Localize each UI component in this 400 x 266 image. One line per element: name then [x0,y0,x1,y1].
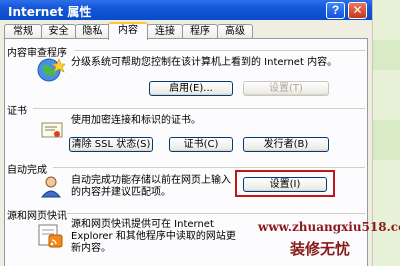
certificate-icon [41,122,63,138]
tab-connections[interactable]: 连接 [147,24,183,39]
highlight-box [235,170,335,197]
background-block [373,120,400,160]
background-block [373,40,400,70]
content-advisor-description: 分级系统可帮助您控制在该计算机上看到的 Internet 内容。 [71,57,338,68]
watermark-url: www.zhuangxiu518.com [258,220,400,234]
enable-button[interactable]: 启用(E)... [149,81,233,96]
window-title-bar: Internet 属性 [0,0,372,20]
autocomplete-title: 自动完成 [7,165,47,176]
autocomplete-description: 自动完成功能存储以前在网页上输入的内容并建议匹配项。 [71,175,231,198]
feeds-description: 源和网页快讯提供可在 Internet Explorer 和其他程序中读取的网站… [71,219,236,254]
globe-rating-icon [37,58,65,82]
watermark-name: 装修无忧 [290,240,351,258]
divider [75,50,365,51]
tab-security[interactable]: 安全 [41,24,76,39]
help-button[interactable]: ? [326,2,345,19]
divider [53,167,365,168]
clear-ssl-state-button[interactable]: 清除 SSL 状态(S) [69,137,153,152]
tab-programs[interactable]: 程序 [182,24,218,39]
close-button[interactable]: ✕ [348,2,367,19]
tab-general[interactable]: 常规 [4,24,42,39]
window-title: Internet 属性 [8,5,92,19]
tab-advanced[interactable]: 高级 [217,24,253,39]
content-advisor-settings-button[interactable]: 设置(T) [243,81,329,96]
tab-content[interactable]: 内容 [108,22,148,40]
feeds-title: 源和网页快讯 [7,211,67,222]
tab-privacy[interactable]: 隐私 [75,24,110,39]
autocomplete-user-icon [40,176,62,198]
divider [67,213,365,214]
feeds-icon [38,224,63,248]
certificates-button[interactable]: 证书(C) [169,137,233,152]
certificates-title: 证书 [7,106,27,117]
publishers-button[interactable]: 发行者(B) [243,137,329,152]
certificates-description: 使用加密连接和标识的证书。 [71,115,201,126]
divider [33,108,365,109]
